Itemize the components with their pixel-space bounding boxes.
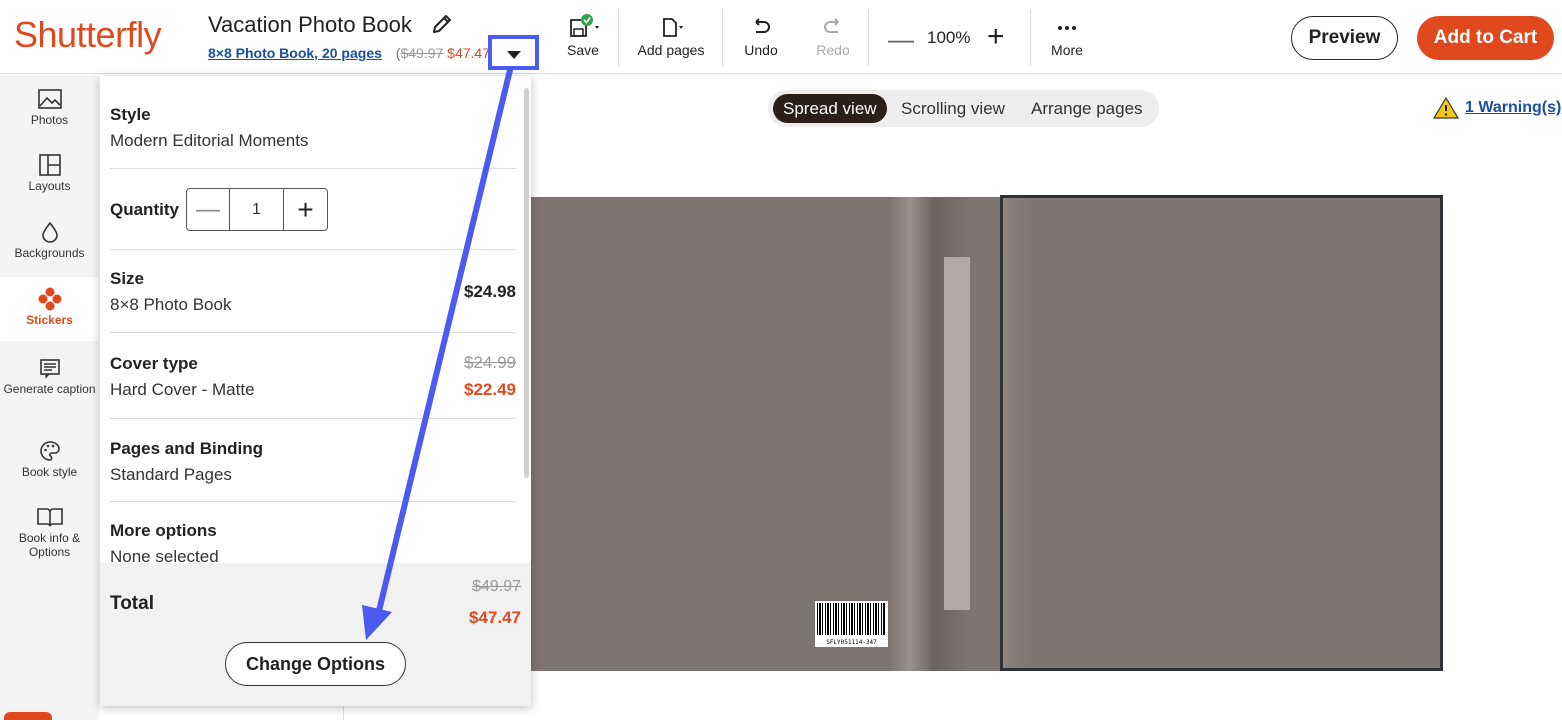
- save-button[interactable]: Save: [566, 14, 600, 58]
- more-dots-icon: [1048, 14, 1086, 40]
- cover-price-sale: $22.49: [464, 380, 516, 399]
- more-button[interactable]: More: [1048, 14, 1086, 58]
- palette-icon: [0, 437, 99, 465]
- sidebar-item-layouts[interactable]: Layouts: [0, 151, 99, 207]
- top-toolbar: Shutterfly Vacation Photo Book 8×8 Photo…: [0, 0, 1562, 74]
- sidebar-item-photos[interactable]: Photos: [0, 85, 99, 141]
- view-toggle: Spread view Scrolling view Arrange pages: [768, 90, 1159, 127]
- price-sale: $47.47: [447, 45, 490, 61]
- page-add-icon: [637, 14, 705, 40]
- cover-price-original: $24.99: [464, 353, 516, 372]
- tab-spread-view[interactable]: Spread view: [773, 94, 887, 123]
- quantity-stepper: — 1 +: [186, 188, 328, 231]
- sidebar-item-book-style[interactable]: Book style: [0, 437, 99, 493]
- pages-binding-label: Pages and Binding: [110, 439, 264, 458]
- style-value: Modern Editorial Moments: [110, 131, 309, 150]
- tab-arrange-pages[interactable]: Arrange pages: [1021, 94, 1153, 123]
- undo-button[interactable]: Undo: [742, 14, 780, 58]
- redo-icon: [814, 14, 852, 40]
- tab-scrolling-view[interactable]: Scrolling view: [891, 94, 1015, 123]
- project-title[interactable]: Vacation Photo Book: [208, 12, 412, 38]
- divider: [110, 168, 516, 169]
- quantity-input[interactable]: 1: [230, 189, 284, 230]
- undo-icon: [742, 14, 780, 40]
- product-summary: 8×8 Photo Book, 20 pages ($49.97 $47.47): [208, 45, 495, 61]
- change-options-button[interactable]: Change Options: [225, 642, 406, 686]
- preview-button[interactable]: Preview: [1291, 16, 1398, 60]
- size-price: $24.98: [464, 282, 516, 301]
- barcode-text: SFLY051114-347: [826, 639, 877, 646]
- panel-footer: Total $49.97 $47.47 Change Options: [100, 563, 531, 706]
- help-tab[interactable]: [4, 712, 52, 720]
- add-to-cart-button[interactable]: Add to Cart: [1417, 16, 1554, 60]
- panel-scrollbar[interactable]: [524, 88, 529, 478]
- cover-type-value: Hard Cover - Matte: [110, 380, 255, 399]
- zoom-level: 100%: [927, 28, 971, 47]
- sidebar-item-stickers[interactable]: Stickers: [0, 277, 99, 341]
- divider: [110, 249, 516, 250]
- book-icon: [0, 503, 99, 531]
- divider: [110, 332, 516, 333]
- total-label: Total: [110, 593, 154, 614]
- save-icon: [566, 14, 600, 40]
- product-options-dropdown[interactable]: [488, 35, 539, 70]
- caption-icon: [0, 354, 99, 382]
- cover-type-label: Cover type: [110, 354, 198, 373]
- left-sidebar: Photos Layouts Backgrounds Stickers Gene…: [0, 75, 99, 720]
- pencil-icon[interactable]: [430, 12, 454, 36]
- total-original: $49.97: [472, 578, 521, 595]
- more-options-label: More options: [110, 521, 217, 540]
- layout-icon: [0, 151, 99, 179]
- size-label: Size: [110, 269, 145, 288]
- front-cover[interactable]: [1000, 195, 1443, 671]
- warning-link[interactable]: 1 Warning(s): [1433, 96, 1561, 120]
- style-label: Style: [110, 105, 151, 124]
- zoom-out-button[interactable]: —: [888, 24, 914, 55]
- book-spread[interactable]: SFLY051114-347: [530, 195, 1443, 671]
- toolbar-divider: [868, 10, 869, 66]
- pages-binding-value: Standard Pages: [110, 465, 232, 484]
- product-link[interactable]: 8×8 Photo Book, 20 pages: [208, 45, 382, 61]
- size-value: 8×8 Photo Book: [110, 295, 232, 314]
- spine-text-area[interactable]: [944, 257, 970, 610]
- total-sale: $47.47: [469, 608, 521, 627]
- divider: [110, 418, 516, 419]
- warning-icon: [1433, 96, 1459, 119]
- price-original: $49.97: [400, 45, 444, 61]
- sidebar-item-generate-caption[interactable]: Generate caption: [0, 354, 99, 420]
- quantity-decrement-button[interactable]: —: [187, 189, 230, 230]
- divider: [110, 501, 516, 502]
- price-summary: ($49.97 $47.47): [395, 45, 495, 61]
- sticker-icon: [0, 285, 99, 313]
- barcode-bars: [817, 603, 886, 635]
- barcode: SFLY051114-347: [815, 601, 888, 647]
- zoom-in-button[interactable]: +: [987, 20, 1005, 54]
- redo-button[interactable]: Redo: [814, 14, 852, 58]
- caret-down-icon: [506, 50, 521, 59]
- droplet-icon: [0, 218, 99, 246]
- image-icon: [0, 85, 99, 113]
- quantity-label: Quantity: [110, 200, 179, 219]
- toolbar-divider: [1030, 10, 1031, 66]
- toolbar-divider: [618, 10, 619, 66]
- sidebar-item-book-info[interactable]: Book info & Options: [0, 503, 99, 569]
- add-pages-button[interactable]: Add pages: [637, 14, 705, 58]
- sidebar-item-backgrounds[interactable]: Backgrounds: [0, 218, 99, 274]
- shutterfly-logo[interactable]: Shutterfly: [14, 14, 162, 56]
- toolbar-divider: [722, 10, 723, 66]
- product-options-panel: Style Modern Editorial Moments Quantity …: [100, 76, 531, 706]
- quantity-increment-button[interactable]: +: [284, 189, 327, 230]
